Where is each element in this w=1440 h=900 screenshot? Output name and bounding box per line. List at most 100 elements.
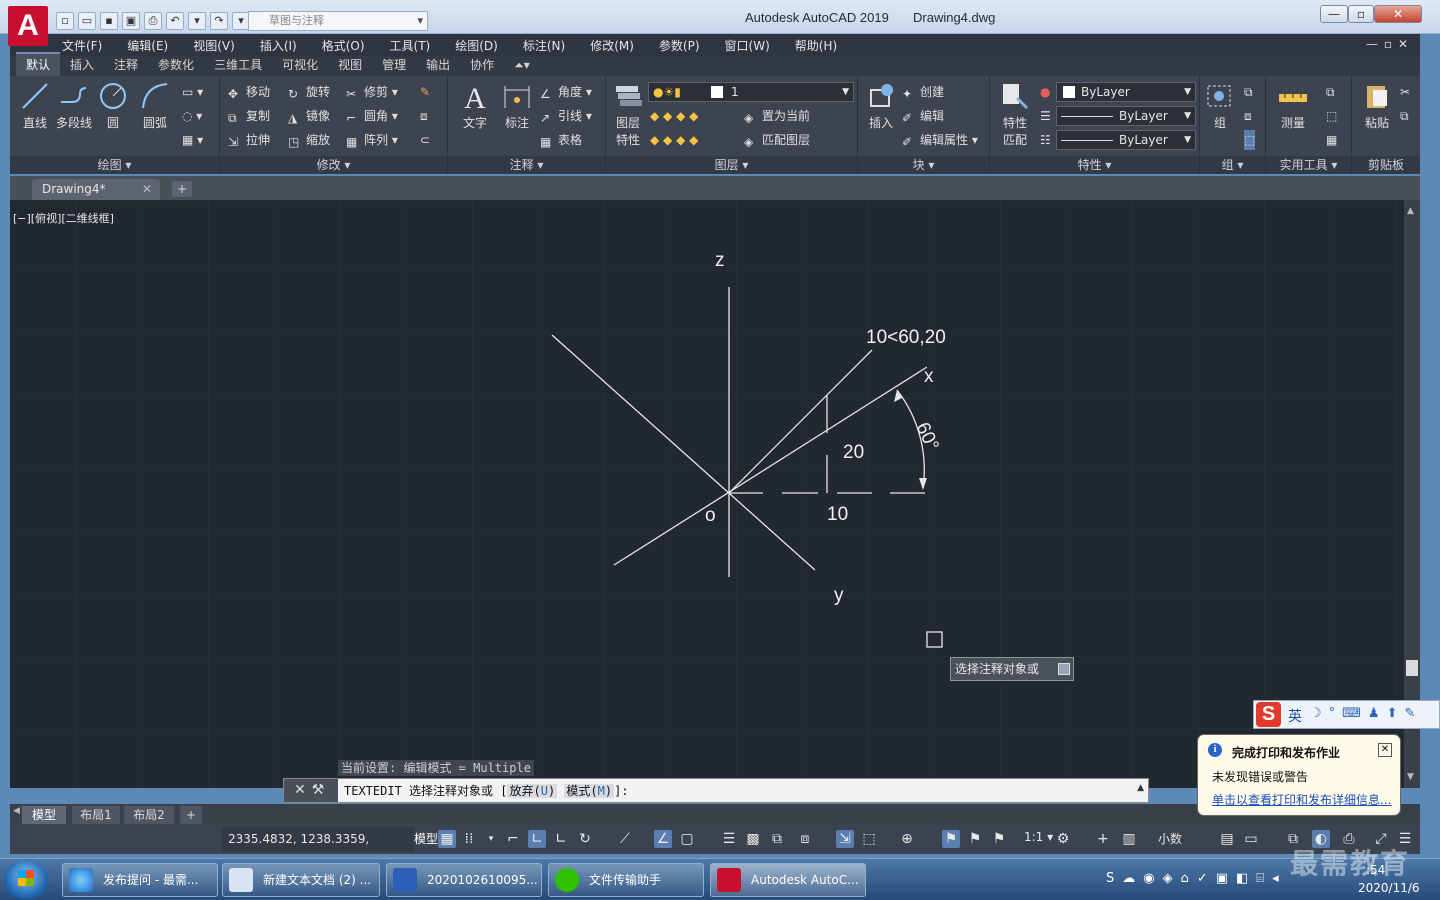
plot-details-link[interactable]: 单击以查看打印和发布详细信息... (1212, 791, 1391, 808)
group-button[interactable]: 组 (1200, 80, 1240, 131)
create-block-button[interactable]: ✦ 创建 (902, 82, 944, 102)
units-icon[interactable]: ▥ (1120, 830, 1138, 848)
menu-parametric[interactable]: 参数(P) (659, 37, 700, 54)
model-space-button[interactable]: 模型 (414, 827, 440, 851)
scale-button[interactable]: ◳ 缩放 (288, 130, 330, 150)
minimize-button[interactable]: — (1320, 5, 1348, 23)
wrench-icon[interactable]: ⚒ (312, 782, 331, 798)
panel-utilities-title[interactable]: 实用工具 ▾ (1266, 156, 1351, 174)
group-edit-icon[interactable]: ⧈ (1244, 106, 1252, 126)
edit-block-button[interactable]: ✐ 编辑 (902, 106, 944, 126)
taskbar-item-document[interactable]: 2020102610095... (386, 863, 542, 897)
units-value[interactable]: 小数 (1158, 830, 1182, 847)
taskbar-item-wechat[interactable]: 文件传输助手 (548, 863, 704, 897)
ime-toolbar[interactable]: S 英 ☽°⌨♟⬆✎ (1253, 700, 1440, 729)
explode-icon[interactable]: ⊂ (420, 130, 430, 150)
3d-osnap-icon[interactable]: ⧈ (796, 830, 814, 848)
tab-manage[interactable]: 管理 (372, 54, 416, 76)
tab-3d-tools[interactable]: 三维工具 (204, 54, 272, 76)
menu-modify[interactable]: 修改(M) (590, 37, 634, 54)
move-button[interactable]: ✥ 移动 (228, 82, 270, 102)
scroll-down-icon[interactable]: ▼ (1407, 772, 1414, 782)
tab-output[interactable]: 输出 (416, 54, 460, 76)
layer-properties-button[interactable]: 图层 特性 (606, 80, 650, 148)
taskbar-item-notepad[interactable]: 新建文本文档 (2) ... (222, 863, 380, 897)
workspace-select[interactable]: 草图与注释 ▾ (248, 11, 428, 31)
mdi-window-controls[interactable]: —▫✕ (1366, 37, 1414, 51)
coordinates-readout[interactable]: 2335.4832, 1238.3359, 0.0000 (222, 827, 414, 870)
chevron-down-icon[interactable]: ▾ (482, 830, 500, 848)
undo-icon[interactable]: ↶ (166, 12, 184, 30)
menu-dimension[interactable]: 标注(N) (523, 37, 565, 54)
scroll-left-icon[interactable]: ◀ (13, 806, 20, 816)
copy-button[interactable]: ⧉ 复制 (228, 106, 270, 126)
measure-button[interactable]: 测量 (1270, 80, 1316, 131)
option-mode[interactable]: 模式(M) (564, 784, 615, 798)
taskbar-item-autocad[interactable]: Autodesk AutoC... (710, 863, 866, 897)
tab-default[interactable]: 默认 (16, 52, 61, 76)
menu-window[interactable]: 窗口(W) (725, 37, 770, 54)
layer-tools-row1[interactable]: ◆ ◆ ◆ ◆ (650, 106, 698, 126)
print-icon[interactable]: ⎙ (144, 12, 162, 30)
annotation-visibility-icon[interactable]: ⚑ (942, 830, 960, 848)
tab-model[interactable]: 模型 (22, 806, 66, 824)
ime-tool-icons[interactable]: ☽°⌨♟⬆✎ (1310, 706, 1422, 721)
rectangle-icon[interactable]: ▭ ▾ (182, 82, 203, 102)
tab-visualize[interactable]: 可视化 (272, 54, 328, 76)
tab-layout2[interactable]: 布局2 (124, 806, 174, 824)
mirror-button[interactable]: ◮ 镜像 (288, 106, 330, 126)
new-file-icon[interactable]: ▫ (56, 12, 74, 30)
menu-edit[interactable]: 编辑(E) (127, 37, 168, 54)
close-button[interactable]: ✕ (1374, 5, 1422, 23)
close-icon[interactable]: ✕ (1378, 743, 1392, 757)
quick-select-icon[interactable]: ⧉ (1326, 82, 1335, 102)
panel-block-title[interactable]: 块 ▾ (858, 156, 989, 174)
polar-tracking-icon[interactable]: ∟ (552, 830, 570, 848)
selection-cycling-icon[interactable]: ⧉ (768, 830, 786, 848)
text-button[interactable]: A 文字 (452, 80, 498, 131)
offset-icon[interactable]: ⧈ (420, 106, 428, 126)
panel-draw-title[interactable]: 绘图 ▾ (10, 156, 219, 174)
menu-help[interactable]: 帮助(H) (795, 37, 837, 54)
circle-button[interactable]: 圆 (90, 80, 136, 131)
save-as-icon[interactable]: ▣ (122, 12, 140, 30)
fillet-button[interactable]: ⌐ 圆角 ▾ (346, 106, 398, 126)
erase-icon[interactable]: ✎ (420, 82, 430, 102)
dimension-button[interactable]: 标注 (494, 80, 540, 131)
set-current-button[interactable]: ◈ 置为当前 (744, 106, 810, 126)
drawing-canvas[interactable]: z x y o 10<60,20 20 10 60° [−][俯视][二维线框] (10, 200, 1404, 788)
transparency-icon[interactable]: ▩ (744, 830, 762, 848)
save-icon[interactable]: ▪ (100, 12, 118, 30)
ortho-icon[interactable]: ∟ (528, 830, 546, 848)
selection-filter-icon[interactable]: ⬚ (860, 830, 878, 848)
grid-icon[interactable]: ▦ (438, 830, 456, 848)
layer-tools-row2[interactable]: ◆ ◆ ◆ ◆ (650, 130, 698, 150)
menu-format[interactable]: 格式(O) (322, 37, 365, 54)
panel-properties-title[interactable]: 特性 ▾ (990, 156, 1199, 174)
annotation-scale-icon[interactable]: ⚑ (990, 830, 1008, 848)
tab-parametric[interactable]: 参数化 (148, 54, 204, 76)
panel-modify-title[interactable]: 修改 ▾ (220, 156, 447, 174)
menu-insert[interactable]: 插入(I) (260, 37, 297, 54)
open-file-icon[interactable]: ▭ (78, 12, 96, 30)
ime-language-toggle[interactable]: 英 (1288, 706, 1302, 726)
rotate-button[interactable]: ↻ 旋转 (288, 82, 330, 102)
taskbar-item-browser[interactable]: 发布提问 - 最需... (62, 863, 218, 897)
clock-date[interactable]: 2020/11/6 (1358, 881, 1420, 895)
snap-icon[interactable]: ⁞⁞ (460, 830, 478, 848)
menu-view[interactable]: 视图(V) (193, 37, 235, 54)
edit-attributes-button[interactable]: ✐ 编辑属性 ▾ (902, 130, 978, 150)
quick-properties-icon[interactable]: ▤ (1218, 830, 1236, 848)
tab-annotate[interactable]: 注释 (104, 54, 148, 76)
redo-icon[interactable]: ↷ (210, 12, 228, 30)
osnap-mode-icon[interactable]: ▢ (678, 830, 696, 848)
lock-ui-icon[interactable]: ▭ (1242, 830, 1260, 848)
add-layout-button[interactable]: + (180, 806, 202, 824)
command-line[interactable]: ✕⚒ TEXTEDIT 选择注释对象或 [放弃(U) 模式(M)]: ▲ (283, 778, 1149, 803)
new-tab-button[interactable]: + (172, 181, 192, 197)
panel-groups-title[interactable]: 组 ▾ (1200, 156, 1265, 174)
match-layer-button[interactable]: ◈ 匹配图层 (744, 130, 810, 150)
layer-select[interactable]: ●☀▮ 1 ▼ (648, 82, 854, 102)
tab-insert[interactable]: 插入 (60, 54, 104, 76)
angle-button[interactable]: ∠ 角度 ▾ (540, 82, 592, 102)
